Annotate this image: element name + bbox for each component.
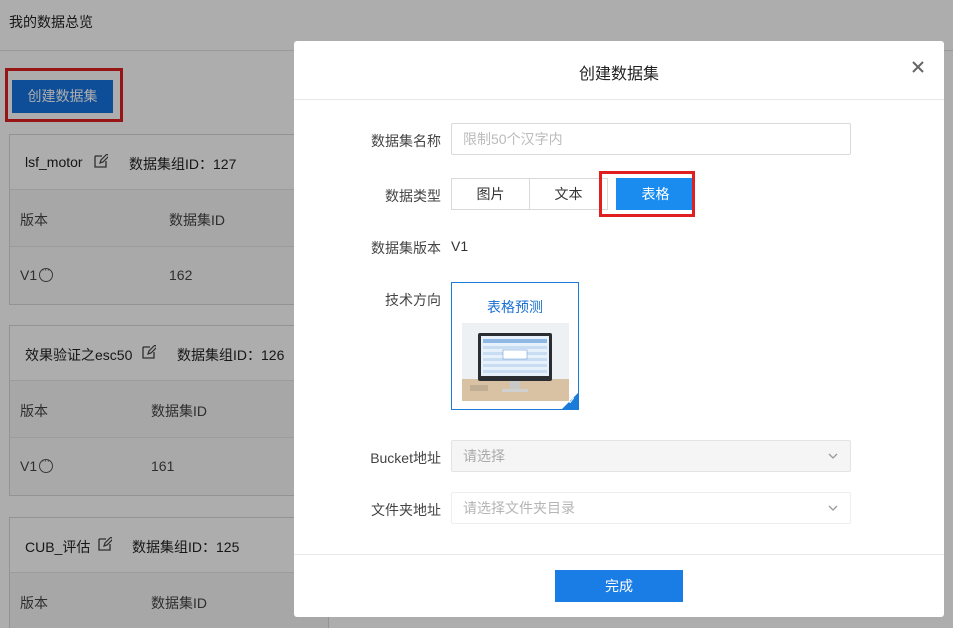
modal-header: 创建数据集 bbox=[294, 41, 944, 100]
modal-title: 创建数据集 bbox=[578, 66, 659, 83]
folder-placeholder: 请选择文件夹目录 bbox=[463, 500, 575, 516]
bucket-label: Bucket地址 bbox=[370, 450, 441, 466]
type-label: 数据类型 bbox=[385, 188, 441, 204]
chevron-down-icon bbox=[828, 453, 838, 459]
tech-option-table-predict[interactable]: 表格预测 ✓ bbox=[451, 282, 579, 410]
tech-option-title: 表格预测 bbox=[487, 299, 543, 315]
monitor-illustration bbox=[462, 323, 569, 401]
bucket-select[interactable]: 请选择 bbox=[451, 440, 851, 472]
version-value: V1 bbox=[451, 238, 469, 254]
chevron-down-icon bbox=[828, 505, 838, 511]
create-dataset-modal: 创建数据集 数据集名称 数据类型 图片 文本 表格 数据集版本 V1 技术方向 … bbox=[294, 41, 944, 617]
done-button[interactable]: 完成 bbox=[555, 570, 683, 602]
folder-select[interactable]: 请选择文件夹目录 bbox=[451, 492, 851, 524]
tech-label: 技术方向 bbox=[385, 292, 441, 308]
name-label: 数据集名称 bbox=[371, 133, 441, 149]
version-label: 数据集版本 bbox=[371, 240, 441, 256]
modal-footer: 完成 bbox=[294, 554, 944, 617]
close-icon[interactable] bbox=[910, 59, 926, 75]
highlight-outline bbox=[599, 171, 695, 217]
folder-label: 文件夹地址 bbox=[371, 502, 441, 518]
dataset-name-input[interactable] bbox=[451, 123, 851, 155]
type-text-button[interactable]: 文本 bbox=[529, 178, 608, 210]
type-image-button[interactable]: 图片 bbox=[451, 178, 530, 210]
check-icon: ✓ bbox=[567, 396, 576, 407]
bucket-placeholder: 请选择 bbox=[463, 448, 505, 464]
